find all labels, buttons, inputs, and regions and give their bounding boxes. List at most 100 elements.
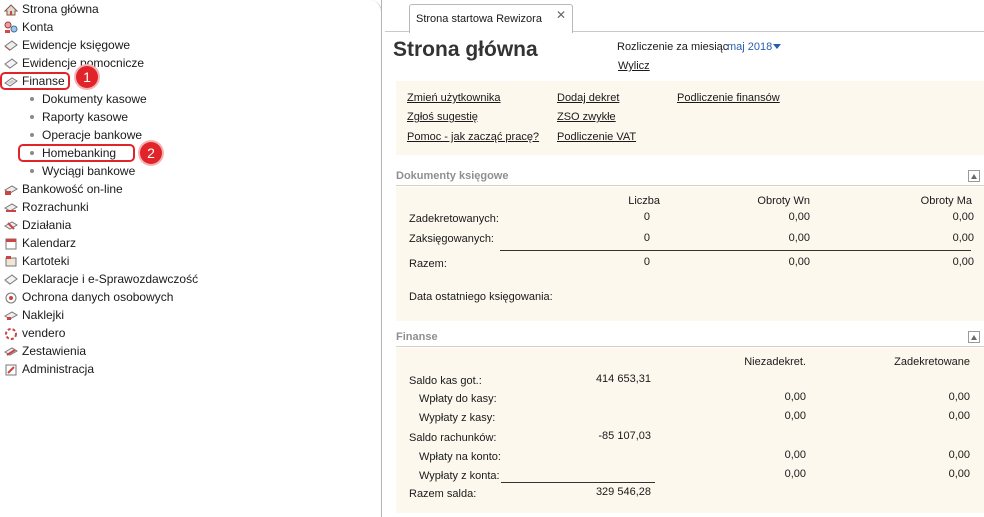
bullet-icon xyxy=(30,133,34,137)
sidebar-item-label: Kartoteki xyxy=(22,254,70,268)
row-label: Wypłaty z konta: xyxy=(419,470,500,482)
sidebar-item-label: Strona główna xyxy=(22,2,99,16)
add-decree-link[interactable]: Dodaj dekret xyxy=(557,92,619,104)
sidebar-item-dzialania[interactable]: Działania xyxy=(0,216,71,234)
help-link[interactable]: Pomoc - jak zacząć pracę? xyxy=(407,131,539,143)
period-label: Rozliczenie za miesiąc xyxy=(617,41,729,53)
table-cell: 0,00 xyxy=(952,211,974,223)
column-header: Zadekretowane xyxy=(894,356,970,368)
close-icon[interactable]: ✕ xyxy=(556,8,566,22)
chart-icon[interactable] xyxy=(968,170,980,182)
sidebar-item-strona-glowna[interactable]: Strona główna xyxy=(0,0,99,18)
sidebar-subitem-label: Operacje bankowe xyxy=(42,128,143,142)
sidebar-item-rozrachunki[interactable]: Rozrachunki xyxy=(0,198,89,216)
files-icon xyxy=(3,254,19,268)
table-cell: 0 xyxy=(643,232,650,244)
sidebar-subitem-label: Wyciągi bankowe xyxy=(42,164,136,178)
table-cell: 0,00 xyxy=(784,468,806,480)
callout-2: 2 xyxy=(140,142,162,164)
row-label: Wpłaty do kasy: xyxy=(419,393,497,405)
change-user-link[interactable]: Zmień użytkownika xyxy=(407,92,501,104)
sidebar-item-ochrona-danych[interactable]: Ochrona danych osobowych xyxy=(0,288,173,306)
table-cell: 0,00 xyxy=(948,468,970,480)
column-header: Niezadekret. xyxy=(744,356,806,368)
section-title: Finanse xyxy=(396,331,438,343)
vendero-icon xyxy=(3,326,19,340)
sidebar-item-label: Ewidencje księgowe xyxy=(22,38,131,52)
compute-link[interactable]: Wylicz xyxy=(618,60,650,72)
aux-ledger-icon xyxy=(3,56,19,70)
table-cell: 0 xyxy=(643,211,650,223)
section-title: Dokumenty księgowe xyxy=(396,170,509,182)
sidebar-item-label: Zestawienia xyxy=(22,344,87,358)
sidebar-item-konta[interactable]: Konta xyxy=(0,18,53,36)
sidebar-subitem-operacje-bankowe[interactable]: Operacje bankowe xyxy=(0,126,142,144)
highlight-homebanking xyxy=(18,144,135,162)
sidebar-item-naklejki[interactable]: Naklejki xyxy=(0,306,64,324)
actions-icon xyxy=(3,218,19,232)
tab-bar: Strona startowa Rewizora ✕ xyxy=(385,0,984,33)
chart-icon[interactable] xyxy=(968,331,980,343)
sidebar-subitem-dokumenty-kasowe[interactable]: Dokumenty kasowe xyxy=(0,90,147,108)
sidebar-item-label: Administracja xyxy=(22,362,95,376)
table-cell: 0,00 xyxy=(784,391,806,403)
table-cell: 0,00 xyxy=(948,391,970,403)
sidebar-divider xyxy=(381,0,382,517)
sidebar-item-ewidencje-ksiegowe[interactable]: Ewidencje księgowe xyxy=(0,36,130,54)
table-cell: 0,00 xyxy=(948,449,970,461)
sidebar-item-vendero[interactable]: vendero xyxy=(0,324,65,342)
vat-summary-link[interactable]: Podliczenie VAT xyxy=(557,131,636,143)
documents-section-header: Dokumenty księgowe xyxy=(396,168,984,186)
table-cell: -85 107,03 xyxy=(598,430,651,442)
bullet-icon xyxy=(30,169,34,173)
home-icon xyxy=(3,2,19,16)
sidebar-item-label: Działania xyxy=(22,218,72,232)
period-dropdown[interactable]: maj 2018 xyxy=(727,41,772,53)
sidebar-item-kartoteki[interactable]: Kartoteki xyxy=(0,252,69,270)
highlight-finanse xyxy=(0,72,70,90)
sidebar-item-kalendarz[interactable]: Kalendarz xyxy=(0,234,76,252)
zso-link[interactable]: ZSO zwykłe xyxy=(557,111,616,123)
table-cell: 0,00 xyxy=(952,232,974,244)
table-cell: 329 546,28 xyxy=(595,486,651,498)
sidebar-item-label: Deklaracje i e-Sprawozdawczość xyxy=(22,272,199,286)
privacy-icon xyxy=(3,290,19,304)
sum-line xyxy=(501,482,655,483)
accounts-icon xyxy=(3,20,19,34)
last-booking-label: Data ostatniego księgowania: xyxy=(409,291,553,303)
table-cell: 0,00 xyxy=(784,449,806,461)
row-label: Wpłaty na konto: xyxy=(419,451,501,463)
table-cell: 0,00 xyxy=(952,256,974,268)
row-label: Razem: xyxy=(409,258,447,270)
column-header: Obroty Ma xyxy=(920,195,972,207)
sidebar-item-administracja[interactable]: Administracja xyxy=(0,360,94,378)
suggestion-link[interactable]: Zgłoś sugestię xyxy=(407,111,478,123)
sidebar-item-zestawienia[interactable]: Zestawienia xyxy=(0,342,86,360)
sidebar-item-label: Ochrona danych osobowych xyxy=(22,290,174,304)
ledger-icon xyxy=(3,38,19,52)
sidebar-item-deklaracje[interactable]: Deklaracje i e-Sprawozdawczość xyxy=(0,270,198,288)
table-cell: 0,00 xyxy=(948,410,970,422)
sidebar-item-label: vendero xyxy=(22,326,66,340)
table-cell: 414 653,31 xyxy=(595,373,651,385)
sidebar-item-label: Kalendarz xyxy=(22,236,77,250)
sidebar-item-bankowosc-online[interactable]: Bankowość on-line xyxy=(0,180,123,198)
labels-icon xyxy=(3,308,19,322)
sidebar: Strona główna Konta Ewidencje księgowe E… xyxy=(0,0,382,517)
sidebar-subitem-wyciagi-bankowe[interactable]: Wyciągi bankowe xyxy=(0,162,135,180)
row-label: Saldo rachunków: xyxy=(409,432,497,444)
calendar-icon xyxy=(3,236,19,250)
tab-strona-startowa[interactable]: Strona startowa Rewizora ✕ xyxy=(409,4,573,33)
finance-section-header: Finanse xyxy=(396,329,984,347)
sidebar-item-ewidencje-pomocnicze[interactable]: Ewidencje pomocnicze xyxy=(0,54,144,72)
quick-links-panel: Zmień użytkownika Dodaj dekret Podliczen… xyxy=(396,81,984,155)
table-cell: 0,00 xyxy=(788,232,810,244)
sidebar-subitem-raporty-kasowe[interactable]: Raporty kasowe xyxy=(0,108,128,126)
documents-panel: Liczba Obroty Wn Obroty Ma Zadekretowany… xyxy=(396,187,984,321)
settlements-icon xyxy=(3,200,19,214)
sidebar-item-label: Naklejki xyxy=(22,308,65,322)
finance-summary-link[interactable]: Podliczenie finansów xyxy=(677,92,780,104)
chevron-down-icon[interactable] xyxy=(773,44,781,49)
sidebar-item-label: Bankowość on-line xyxy=(22,182,123,196)
column-header: Obroty Wn xyxy=(757,195,810,207)
